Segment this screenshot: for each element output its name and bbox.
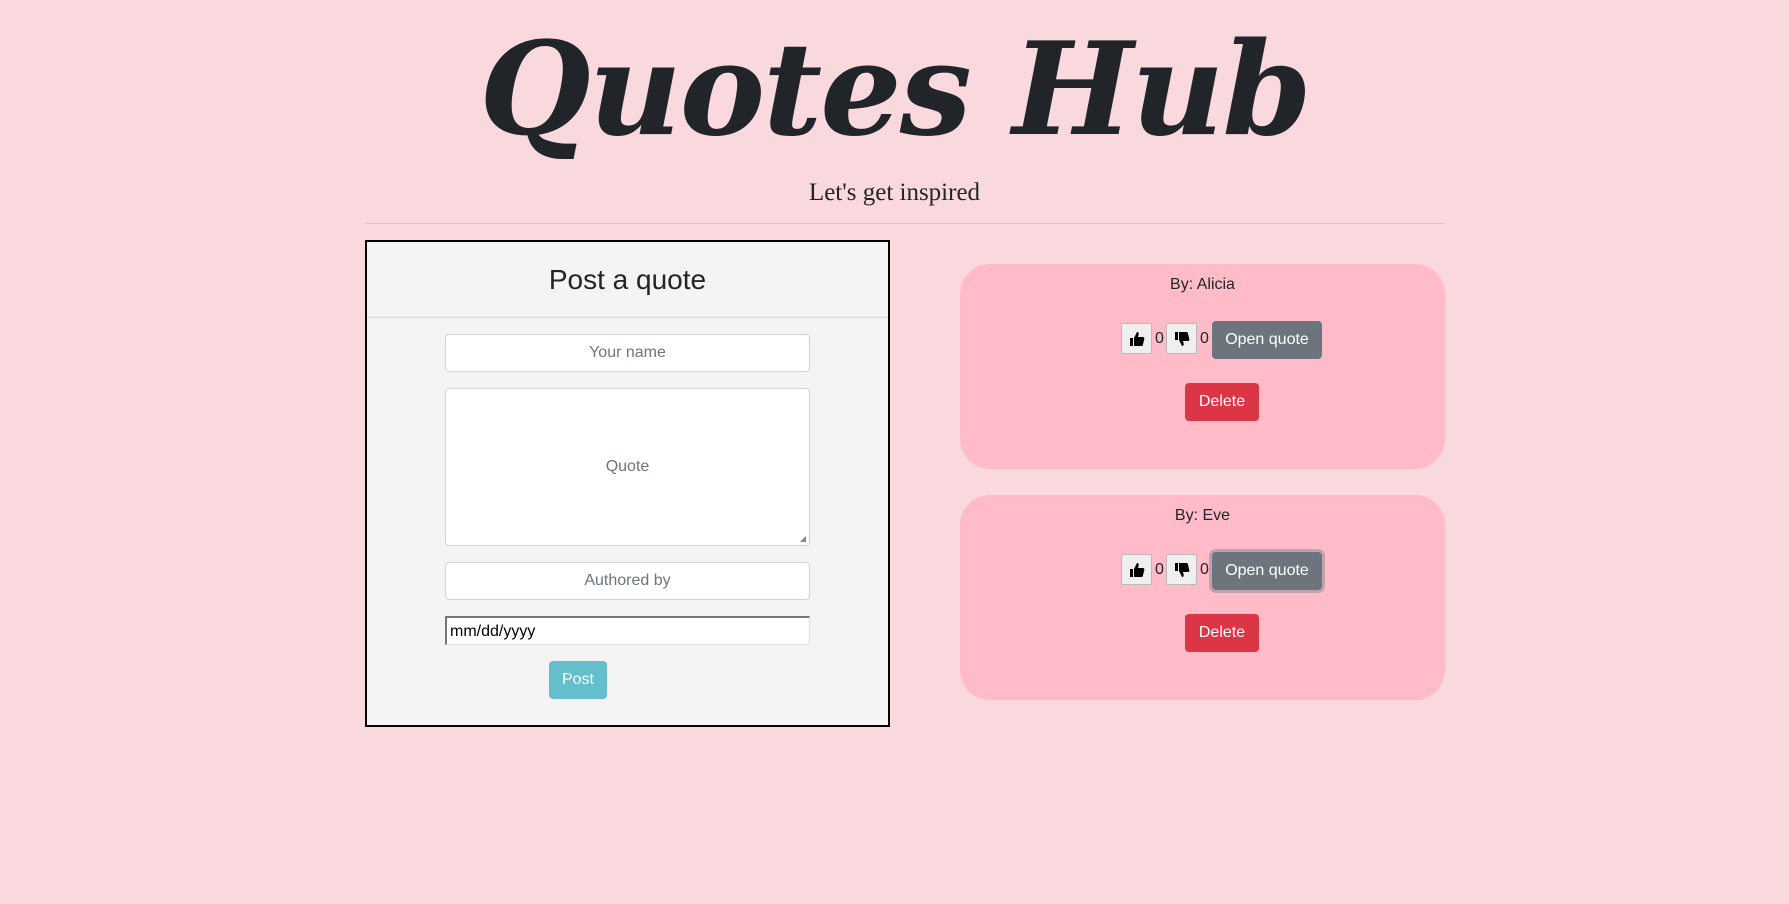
tagline: Let's get inspired: [808, 179, 981, 206]
downvote-count: 0: [1200, 561, 1209, 578]
upvote-count: 0: [1155, 561, 1164, 578]
page: Quotes Hub Let's get inspired Post a quo…: [0, 0, 1789, 904]
header-divider: [365, 223, 1445, 224]
quote-textarea[interactable]: Quote ◢: [445, 388, 810, 546]
upvote-button[interactable]: [1121, 554, 1152, 585]
quote-placeholder: Quote: [605, 458, 650, 475]
post-button[interactable]: Post: [549, 661, 607, 699]
authored-by-input[interactable]: Authored by: [445, 562, 810, 600]
delete-button[interactable]: Delete: [1185, 383, 1259, 421]
quote-card: By: Alicia 0 0 Open quote Delete: [960, 264, 1445, 469]
downvote-button[interactable]: [1166, 554, 1197, 585]
date-input[interactable]: mm/dd/yyyy: [445, 616, 810, 645]
quote-author: By: Eve: [1174, 507, 1231, 524]
thumbs-down-icon: [1175, 563, 1190, 577]
thumbs-up-icon: [1130, 563, 1145, 577]
thumbs-up-icon: [1130, 332, 1145, 346]
downvote-button[interactable]: [1166, 323, 1197, 354]
post-form-heading: Post a quote: [367, 242, 888, 318]
thumbs-down-icon: [1175, 332, 1190, 346]
open-quote-button[interactable]: Open quote: [1212, 552, 1322, 590]
upvote-count: 0: [1155, 330, 1164, 347]
delete-button[interactable]: Delete: [1185, 614, 1259, 652]
quote-card: By: Eve 0 0 Open quote Delete: [960, 495, 1445, 700]
name-input[interactable]: Your name: [445, 334, 810, 372]
post-quote-form: Post a quote Your name Quote ◢ Authored …: [365, 240, 890, 727]
site-title: Quotes Hub: [479, 15, 1312, 165]
quote-author: By: Alicia: [1170, 276, 1235, 293]
resize-grip-icon[interactable]: ◢: [799, 535, 807, 543]
downvote-count: 0: [1200, 330, 1209, 347]
upvote-button[interactable]: [1121, 323, 1152, 354]
open-quote-button[interactable]: Open quote: [1212, 321, 1322, 359]
